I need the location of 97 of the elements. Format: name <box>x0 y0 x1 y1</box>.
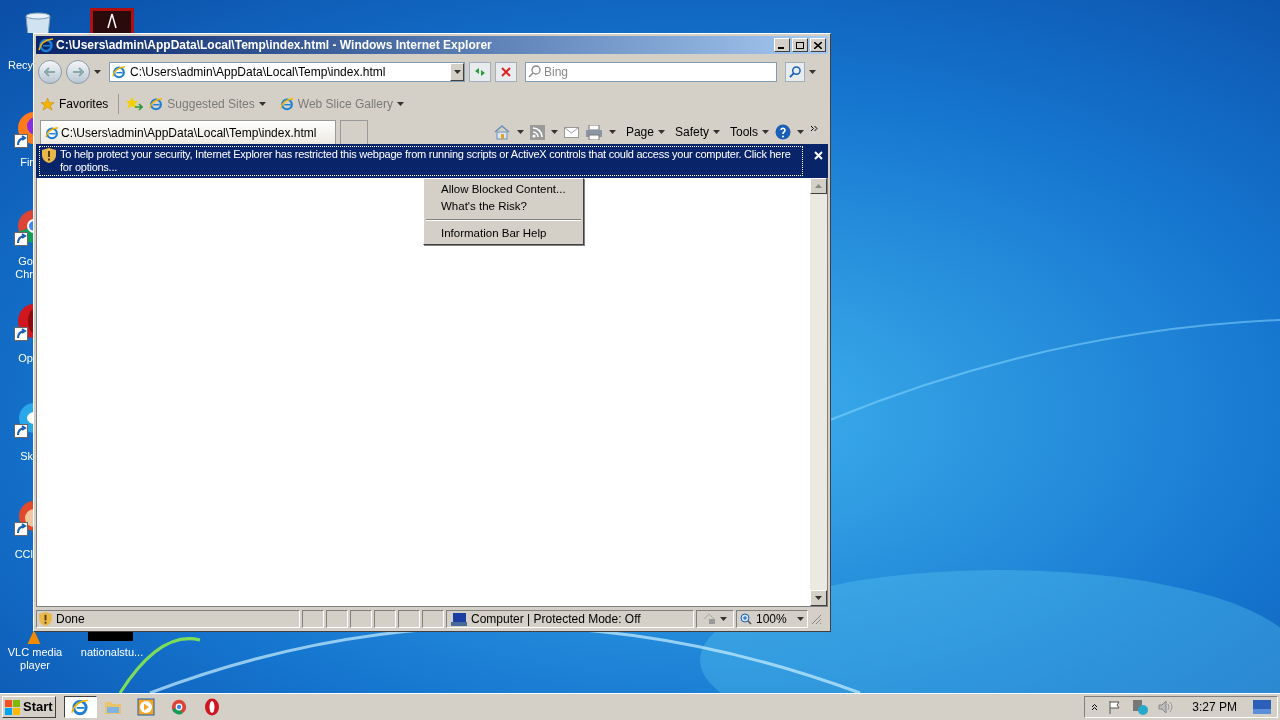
help-icon[interactable] <box>775 124 791 140</box>
caret-icon <box>550 130 558 134</box>
desktop-icon-label: VLC media player <box>6 646 64 672</box>
desktop-icon-label: Fir <box>19 156 33 169</box>
status-panel <box>374 610 396 628</box>
page-icon <box>45 125 59 140</box>
caret-icon <box>762 130 769 134</box>
desktop-icon-label: Go Chr <box>14 255 33 281</box>
status-text: Done <box>56 611 85 628</box>
opera-icon <box>204 698 221 716</box>
desktop-icon-label: nationalstu... <box>79 646 145 659</box>
taskbar-button[interactable] <box>63 696 97 718</box>
clock: 3:27 PM <box>1192 699 1237 716</box>
caret-icon <box>797 617 804 621</box>
zoom-icon <box>740 613 752 625</box>
browser-icon <box>71 698 90 716</box>
mail-icon[interactable] <box>563 126 579 138</box>
close-button[interactable] <box>811 148 825 162</box>
refresh-button[interactable] <box>469 62 491 82</box>
search-button[interactable] <box>785 62 805 82</box>
desktop-shortcut-icon[interactable] <box>90 8 134 33</box>
desktop-icon-label: Op <box>17 352 33 365</box>
menu-item[interactable]: What's the Risk? <box>424 198 583 215</box>
search-icon <box>789 66 801 78</box>
media-player-icon <box>137 698 156 716</box>
shield-warning-icon <box>42 148 56 163</box>
menu-item[interactable]: Allow Blocked Content... <box>424 181 583 198</box>
forward-arrow-icon <box>72 67 84 77</box>
zoom-button[interactable]: 100% <box>736 610 808 628</box>
command-menu[interactable]: Tools <box>730 123 769 141</box>
information-bar-message: To help protect your security, Internet Explorer has restricted this webpage from running scripts or ActiveX controls that could access your computer. Click here for options... <box>60 148 792 174</box>
flag-icon[interactable] <box>1108 700 1123 714</box>
browser-logo-icon <box>38 37 54 53</box>
status-panel <box>422 610 444 628</box>
desktop-icon-label: Sk <box>19 450 33 463</box>
back-arrow-icon <box>44 67 56 77</box>
caret-icon <box>453 70 461 74</box>
caret-icon <box>713 130 720 134</box>
status-panel <box>398 610 420 628</box>
caret-icon <box>258 102 266 106</box>
security-zone-text: Computer | Protected Mode: Off <box>471 611 641 628</box>
chevron-up-icon[interactable] <box>1091 703 1099 711</box>
computer-icon <box>451 612 467 626</box>
caret-icon <box>516 130 524 134</box>
resize-grip-icon[interactable] <box>810 613 822 625</box>
caret-icon <box>94 70 101 74</box>
page-icon <box>112 65 126 79</box>
search-field[interactable]: Bing <box>525 62 777 82</box>
caret-icon <box>809 70 816 74</box>
add-favorite-icon[interactable] <box>125 96 144 112</box>
protected-mode-button[interactable] <box>696 610 734 628</box>
folder-icon <box>104 699 123 715</box>
chrome-icon <box>171 699 188 715</box>
status-panel <box>302 610 324 628</box>
feed-icon[interactable] <box>529 124 545 140</box>
command-menu[interactable]: Safety <box>674 123 720 141</box>
close-icon <box>814 41 822 49</box>
menu-item[interactable]: Information Bar Help <box>424 225 583 242</box>
close-icon <box>813 150 823 160</box>
start-button[interactable]: Start <box>2 696 56 718</box>
window-title: C:\Users\admin\AppData\Local\Temp\index.html - Windows Internet Explorer <box>56 37 493 54</box>
search-icon <box>528 65 541 78</box>
printer-icon[interactable] <box>584 124 603 140</box>
refresh-icon <box>473 66 487 78</box>
forward-button[interactable] <box>66 60 90 84</box>
close-button[interactable] <box>810 38 826 52</box>
address-field[interactable]: C:\Users\admin\AppData\Local\Temp\index.html <box>109 62 465 82</box>
scroll-down-icon[interactable] <box>815 596 822 600</box>
desktop-icon-label: Recy <box>6 59 33 72</box>
caret-icon <box>608 130 616 134</box>
windows-logo-icon <box>5 699 21 715</box>
caret-icon <box>797 130 804 134</box>
favorites-button[interactable]: Favorites <box>40 95 109 113</box>
star-icon <box>40 96 55 112</box>
dropdown-button[interactable] <box>450 63 464 81</box>
home-icon[interactable] <box>492 124 511 140</box>
status-panel <box>326 610 348 628</box>
information-bar[interactable]: To help protect your security, Internet Explorer has restricted this webpage from running scripts or ActiveX controls that could access your computer. Click here for options... <box>36 144 828 178</box>
stop-button[interactable] <box>495 62 517 82</box>
stop-icon <box>501 67 511 77</box>
maximize-button[interactable] <box>792 38 808 52</box>
command-menu[interactable]: Page <box>625 123 665 141</box>
caret-icon <box>396 102 404 106</box>
page-icon <box>279 97 294 111</box>
house-lock-icon <box>703 613 716 625</box>
shield-warning-icon <box>39 612 52 626</box>
desktop-icon-label: CCl <box>13 548 33 561</box>
back-button[interactable] <box>38 60 62 84</box>
minimize-button[interactable] <box>774 38 790 52</box>
maximize-icon <box>796 41 804 49</box>
caret-icon <box>657 130 665 134</box>
browser-tab[interactable]: C:\Users\admin\AppData\Local\Temp\index.html <box>40 120 336 144</box>
page-icon <box>149 97 164 111</box>
status-panel <box>350 610 372 628</box>
network-icon[interactable] <box>1132 699 1149 715</box>
scrollbar[interactable] <box>810 178 827 606</box>
caret-icon <box>720 617 727 621</box>
